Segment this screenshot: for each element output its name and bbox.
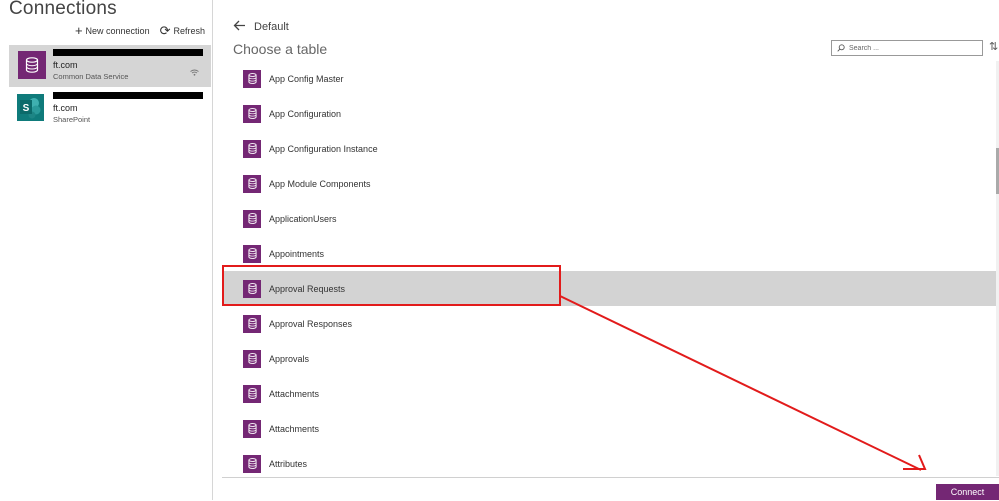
sharepoint-icon: S — [17, 94, 44, 121]
table-icon — [243, 279, 261, 298]
connections-panel: Connections + New connection ⟳ Refresh f… — [0, 0, 213, 500]
table-row-label: ApplicationUsers — [269, 213, 337, 224]
search-icon — [837, 39, 845, 57]
connection-item-sharepoint[interactable]: S ft.com SharePoint — [9, 88, 211, 130]
table-row-label: App Module Components — [269, 178, 371, 189]
table-icon — [243, 139, 261, 158]
table-row[interactable]: App Module Components — [222, 166, 996, 201]
table-row-label: Attachments — [269, 388, 320, 399]
sort-icon[interactable]: ⇅ — [989, 40, 998, 53]
table-row[interactable]: Appointments — [222, 236, 996, 271]
dataset-name[interactable]: Default — [254, 21, 289, 33]
table-icon — [243, 384, 261, 403]
back-arrow-icon[interactable] — [233, 19, 246, 35]
redacted-name-bar — [53, 92, 203, 99]
new-connection-label: New connection — [85, 26, 150, 36]
table-row-label: App Configuration — [269, 108, 342, 119]
table-row[interactable]: App Configuration Instance — [222, 131, 996, 166]
table-row[interactable]: Attachments — [222, 411, 996, 446]
table-row[interactable]: Attachments — [222, 376, 996, 411]
table-row-label: Appointments — [269, 248, 325, 259]
connection-item-cds[interactable]: ft.com Common Data Service — [9, 45, 211, 87]
footer-bar — [222, 477, 999, 501]
table-row-label: Approval Responses — [269, 318, 353, 329]
table-icon — [243, 419, 261, 438]
sharepoint-logo-letter: S — [23, 103, 30, 114]
table-icon — [243, 69, 261, 88]
table-icon — [243, 314, 261, 333]
choose-table-heading: Choose a table — [233, 41, 328, 57]
table-row[interactable]: Approval Responses — [222, 306, 996, 341]
table-row[interactable]: ApplicationUsers — [222, 201, 996, 236]
table-row[interactable]: Approval Requests — [222, 271, 996, 306]
table-row[interactable]: Attributes — [222, 446, 996, 476]
table-row[interactable]: Approvals — [222, 341, 996, 376]
table-row-label: Attachments — [269, 423, 320, 434]
database-icon — [18, 51, 46, 79]
connect-button[interactable]: Connect — [936, 484, 999, 500]
table-row-label: App Configuration Instance — [269, 143, 378, 154]
table-icon — [243, 454, 261, 473]
wifi-icon — [190, 69, 199, 78]
table-row-label: Attributes — [269, 458, 308, 469]
refresh-button[interactable]: ⟳ Refresh — [159, 23, 205, 38]
search-input[interactable] — [849, 44, 969, 52]
table-row-label: Approvals — [269, 353, 310, 364]
plus-icon: + — [74, 23, 83, 38]
connections-actions: + New connection ⟳ Refresh — [74, 23, 205, 38]
new-connection-button[interactable]: + New connection — [74, 23, 150, 38]
connection-name: ft.com — [53, 103, 78, 113]
connections-title: Connections — [9, 0, 117, 19]
table-row[interactable]: App Configuration — [222, 96, 996, 131]
table-icon — [243, 209, 261, 228]
table-icon — [243, 174, 261, 193]
table-row[interactable]: App Config Master — [222, 61, 996, 96]
connection-type: Common Data Service — [53, 72, 129, 81]
table-icon — [243, 244, 261, 263]
refresh-icon: ⟳ — [159, 23, 171, 38]
search-box[interactable] — [831, 40, 983, 56]
table-row-label: App Config Master — [269, 73, 344, 84]
connection-type: SharePoint — [53, 115, 91, 124]
redacted-name-bar — [53, 49, 203, 56]
table-icon — [243, 104, 261, 123]
table-list: App Config Master App Configuration App Co… — [222, 61, 996, 476]
connection-name: ft.com — [53, 60, 78, 70]
refresh-label: Refresh — [173, 26, 205, 36]
table-row-label: Approval Requests — [269, 283, 346, 294]
table-icon — [243, 349, 261, 368]
